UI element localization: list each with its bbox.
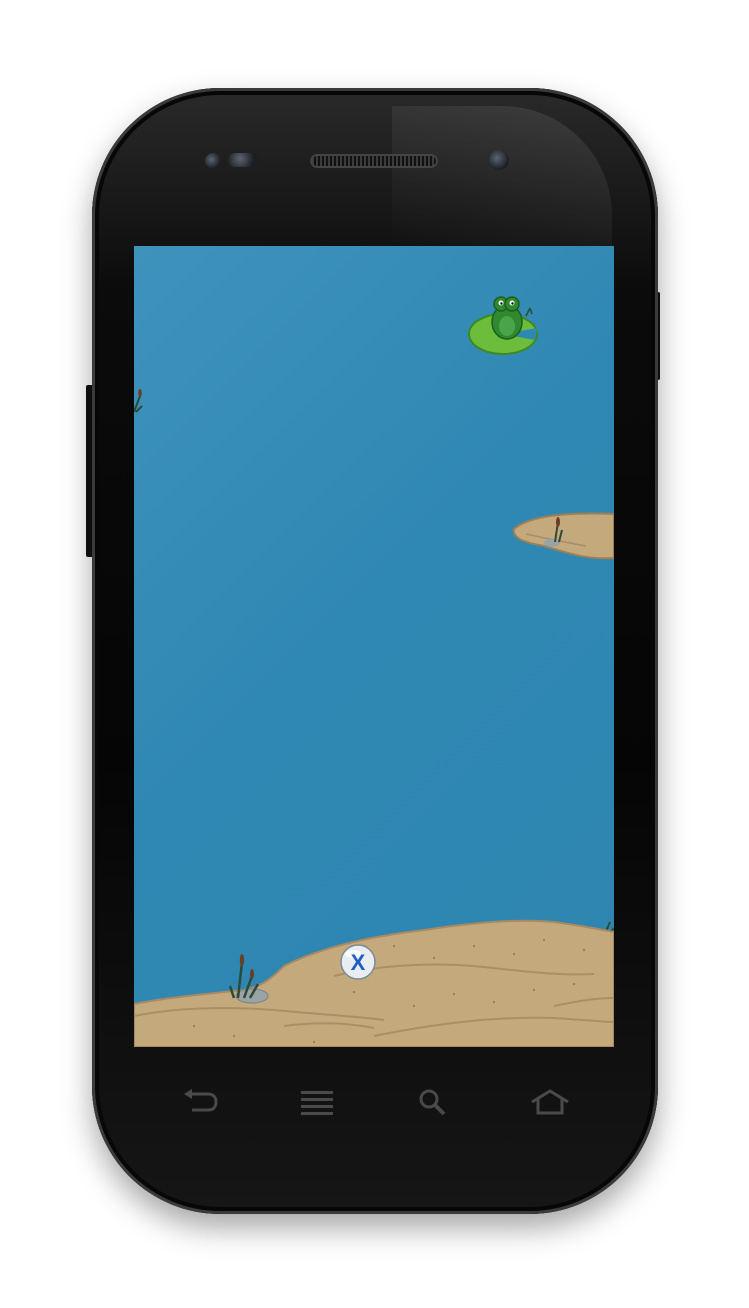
x-ball[interactable]: X: [340, 944, 376, 980]
home-button[interactable]: [520, 1077, 580, 1127]
back-icon: [184, 1089, 218, 1112]
light-sensor: [228, 153, 258, 167]
sand-island: [512, 512, 614, 560]
front-camera: [489, 150, 509, 170]
phone-gloss: [392, 106, 612, 246]
back-button[interactable]: [170, 1077, 230, 1127]
search-button[interactable]: [403, 1077, 463, 1127]
navigation-bar: [170, 1072, 580, 1132]
front-sensor: [205, 153, 221, 169]
menu-button[interactable]: [287, 1077, 347, 1127]
home-icon: [531, 1089, 569, 1115]
sandy-shore: [134, 919, 614, 1047]
x-ball-label: X: [351, 950, 366, 975]
game-scene: X: [134, 296, 614, 1047]
frog-on-lily-pad: [468, 296, 538, 355]
earpiece-speaker: [310, 154, 438, 168]
game-screen[interactable]: X: [134, 246, 614, 1047]
reed-plant: [134, 389, 143, 413]
menu-icon: [300, 1091, 333, 1115]
search-icon: [419, 1089, 446, 1116]
